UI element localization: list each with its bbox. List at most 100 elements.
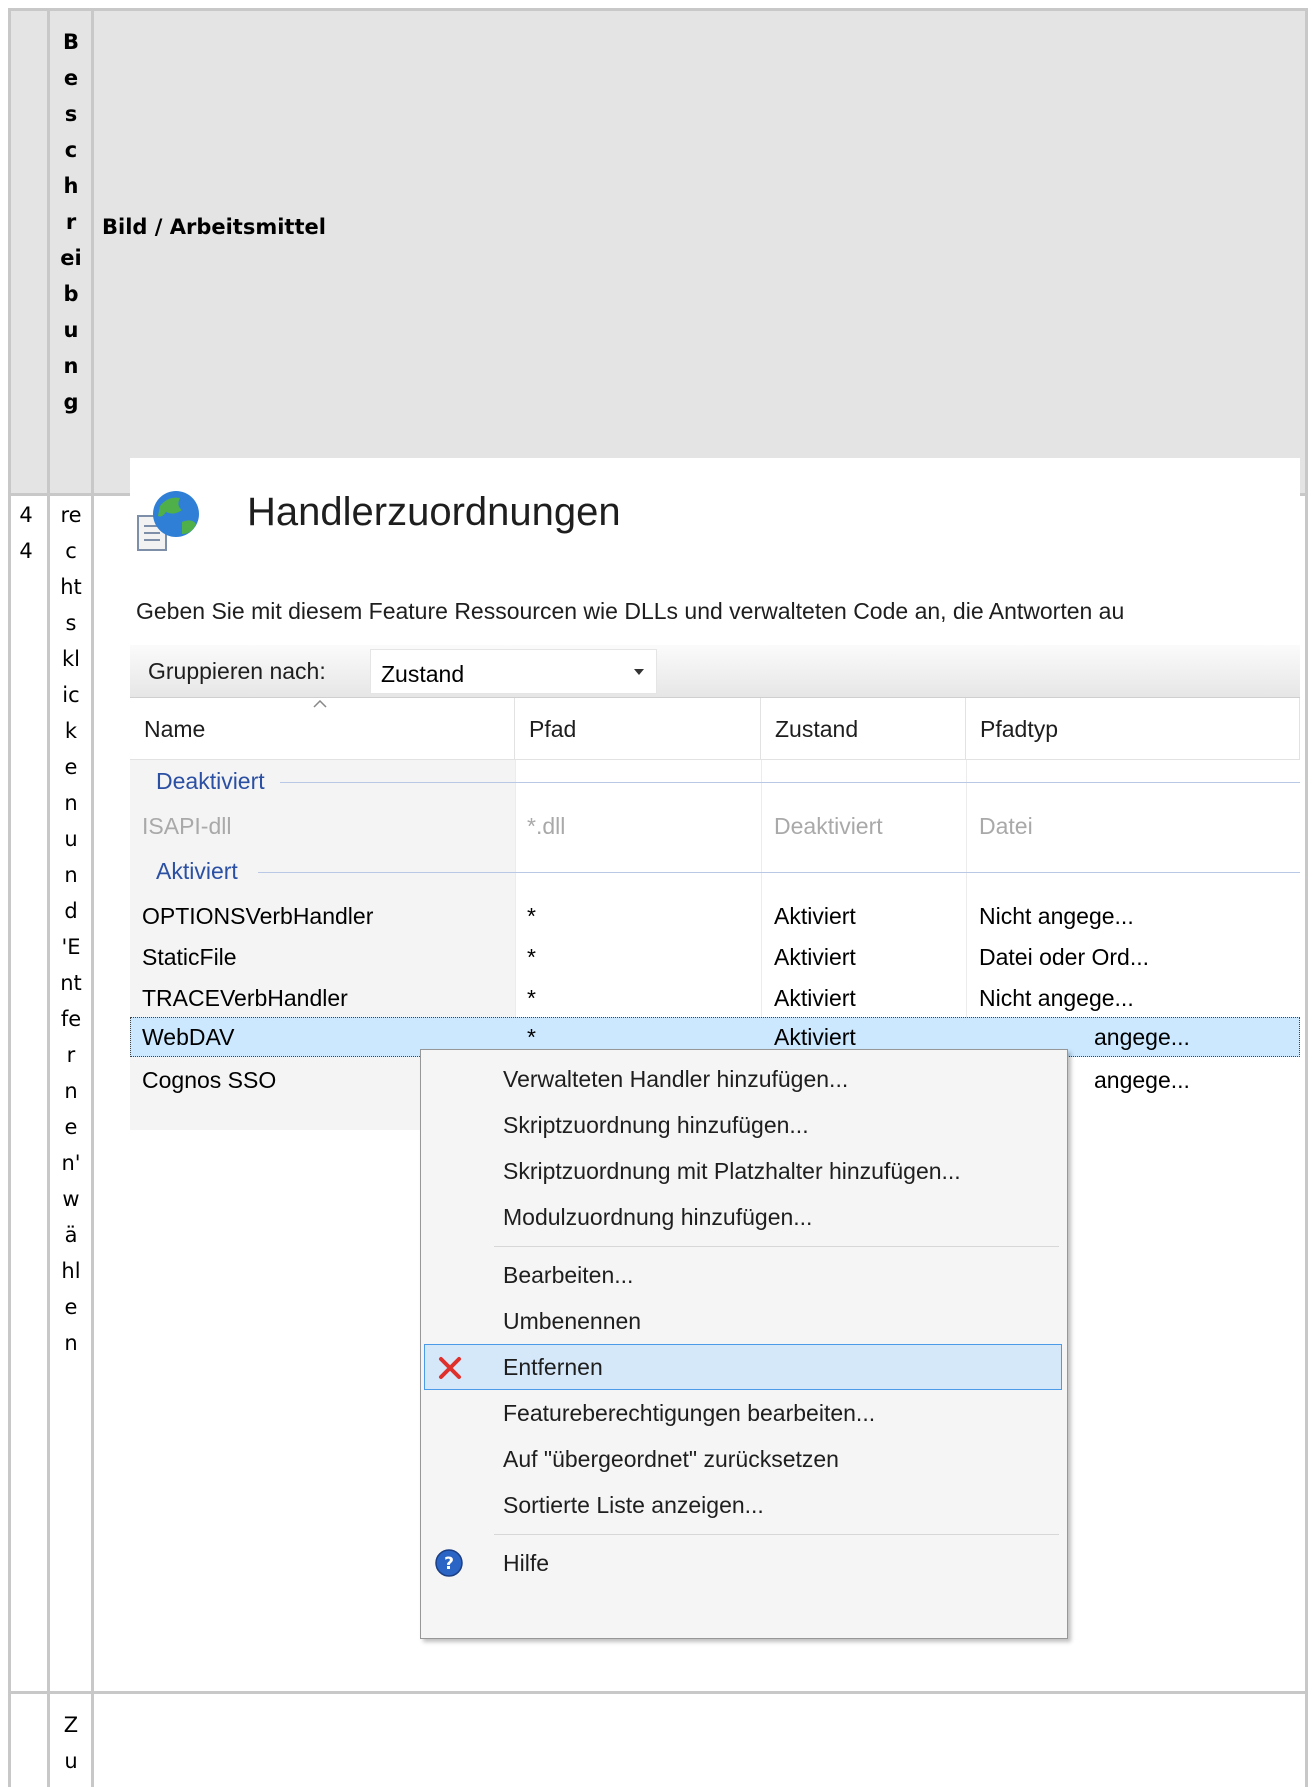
next-row-description: Zu xyxy=(51,1707,91,1779)
cell-state: Aktiviert xyxy=(774,944,856,970)
header-beschreibung: Be s c h r ei b u n g xyxy=(51,24,91,420)
cell-path-type: angege... xyxy=(1094,1024,1190,1050)
group-header-deaktiviert[interactable]: Deaktiviert xyxy=(130,760,1300,804)
menu-item-edit[interactable]: Bearbeiten... xyxy=(424,1252,1062,1298)
vertical-text-fragment: s xyxy=(65,611,77,635)
column-header-state[interactable]: Zustand xyxy=(761,698,966,760)
table-row[interactable]: ISAPI-dll *.dll Deaktiviert Datei xyxy=(130,804,1300,848)
vertical-text-fragment: s xyxy=(64,102,78,126)
vertical-text-fragment: b xyxy=(63,282,79,306)
column-header-name[interactable]: Name xyxy=(130,698,515,760)
header-bild-arbeitsmittel: Bild / Arbeitsmittel xyxy=(102,215,326,239)
cell-state: Aktiviert xyxy=(774,1024,856,1050)
svg-text:?: ? xyxy=(444,1554,454,1574)
group-by-value: Zustand xyxy=(381,661,465,687)
context-menu: Verwalteten Handler hinzufügen... Skript… xyxy=(420,1049,1068,1639)
cell-path: * xyxy=(527,903,536,929)
table-row[interactable]: StaticFile * Aktiviert Datei oder Ord... xyxy=(130,935,1300,979)
menu-item-help[interactable]: ? Hilfe xyxy=(424,1540,1062,1586)
group-by-toolbar: Gruppieren nach: Zustand xyxy=(130,645,1300,698)
cell-path: *.dll xyxy=(527,813,566,839)
cell-path: * xyxy=(527,985,536,1011)
vertical-text-fragment: n xyxy=(64,791,78,815)
menu-item-view-ordered-list[interactable]: Sortierte Liste anzeigen... xyxy=(424,1482,1062,1528)
vertical-text-fragment: n' xyxy=(61,1151,81,1175)
menu-separator xyxy=(494,1534,1059,1535)
vertical-text-fragment: e xyxy=(64,1295,78,1319)
vertical-text-fragment: r xyxy=(65,210,77,234)
group-by-label: Gruppieren nach: xyxy=(148,658,326,684)
table-header-row xyxy=(10,10,1306,494)
row-description: re c ht s kl ic k e n u n d 'E nt fe r n e n' w ä hl e n xyxy=(51,497,91,1361)
vertical-text-fragment: h xyxy=(63,174,79,198)
vertical-text-fragment: ei xyxy=(60,246,82,270)
menu-item-add-managed-handler[interactable]: Verwalteten Handler hinzufügen... xyxy=(424,1056,1062,1102)
cell-name: OPTIONSVerbHandler xyxy=(142,903,374,929)
group-header-aktiviert[interactable]: Aktiviert xyxy=(130,850,1300,894)
vertical-text-fragment: e xyxy=(64,755,78,779)
vertical-text-fragment: u xyxy=(63,318,79,342)
vertical-text-fragment: e xyxy=(64,1115,78,1139)
table-row[interactable]: TRACEVerbHandler * Aktiviert Nicht angeg… xyxy=(130,976,1300,1020)
menu-item-rename[interactable]: Umbenennen xyxy=(424,1298,1062,1344)
cell-path-type: Nicht angege... xyxy=(979,903,1134,929)
group-by-select[interactable]: Zustand xyxy=(370,649,657,694)
vertical-text-fragment: fe xyxy=(60,1007,82,1031)
cell-state: Aktiviert xyxy=(774,903,856,929)
menu-item-remove[interactable]: Entfernen xyxy=(424,1344,1062,1390)
menu-item-add-module-map[interactable]: Modulzuordnung hinzufügen... xyxy=(424,1194,1062,1240)
vertical-text-fragment: n xyxy=(64,1331,78,1355)
vertical-text-fragment: g xyxy=(63,390,79,414)
cell-path: * xyxy=(527,944,536,970)
page-description: Geben Sie mit diesem Feature Ressourcen … xyxy=(136,598,1125,624)
vertical-text-fragment: n xyxy=(63,354,79,378)
vertical-text-fragment: hl xyxy=(61,1259,81,1283)
help-icon: ? xyxy=(435,1549,463,1577)
vertical-text-fragment: n xyxy=(64,1079,78,1103)
vertical-text-fragment: ä xyxy=(64,1223,78,1247)
vertical-text-fragment: B xyxy=(62,30,79,54)
column-header-path-type[interactable]: Pfadtyp xyxy=(966,698,1300,760)
vertical-text-fragment: r xyxy=(66,1043,76,1067)
vertical-text-fragment: d xyxy=(64,899,78,923)
cell-name: StaticFile xyxy=(142,944,237,970)
vertical-text-fragment: n xyxy=(64,863,78,887)
cell-path-type: Datei oder Ord... xyxy=(979,944,1150,970)
menu-item-add-wildcard-script-map[interactable]: Skriptzuordnung mit Platzhalter hinzufüg… xyxy=(424,1148,1062,1194)
vertical-text-fragment: w xyxy=(62,1187,80,1211)
vertical-text-fragment: k xyxy=(64,719,78,743)
menu-item-add-script-map[interactable]: Skriptzuordnung hinzufügen... xyxy=(424,1102,1062,1148)
cell-path-type: Nicht angege... xyxy=(979,985,1134,1011)
vertical-text-fragment: 'E xyxy=(61,935,81,959)
vertical-text-fragment: Z xyxy=(63,1713,79,1737)
vertical-text-fragment: nt xyxy=(60,971,82,995)
sort-ascending-icon xyxy=(313,700,327,708)
cell-name: TRACEVerbHandler xyxy=(142,985,348,1011)
cell-path-type: angege... xyxy=(1094,1067,1190,1093)
vertical-text-fragment: c xyxy=(64,138,78,162)
vertical-text-fragment: 4 xyxy=(19,503,33,527)
cell-name: WebDAV xyxy=(142,1024,235,1050)
row-number: 44 xyxy=(6,497,46,569)
column-header-path[interactable]: Pfad xyxy=(515,698,761,760)
cell-state: Aktiviert xyxy=(774,985,856,1011)
cell-name: ISAPI-dll xyxy=(142,813,232,839)
cell-path: * xyxy=(527,1024,536,1050)
menu-item-edit-feature-permissions[interactable]: Featureberechtigungen bearbeiten... xyxy=(424,1390,1062,1436)
vertical-text-fragment: e xyxy=(63,66,79,90)
red-x-icon xyxy=(439,1357,461,1379)
menu-item-revert-to-parent[interactable]: Auf "übergeordnet" zurücksetzen xyxy=(424,1436,1062,1482)
table-row[interactable]: OPTIONSVerbHandler * Aktiviert Nicht ang… xyxy=(130,894,1300,938)
vertical-text-fragment: c xyxy=(65,539,77,563)
cell-state: Deaktiviert xyxy=(774,813,883,839)
chevron-down-icon xyxy=(634,669,644,675)
vertical-text-fragment: re xyxy=(60,503,82,527)
vertical-text-fragment: kl xyxy=(62,647,80,671)
vertical-text-fragment: 4 xyxy=(19,539,33,563)
page-title: Handlerzuordnungen xyxy=(247,490,621,534)
vertical-text-fragment: ic xyxy=(62,683,80,707)
vertical-text-fragment: u xyxy=(64,827,78,851)
handler-mappings-globe-icon xyxy=(137,491,199,551)
cell-name: Cognos SSO xyxy=(142,1067,277,1093)
vertical-text-fragment: ht xyxy=(60,575,82,599)
